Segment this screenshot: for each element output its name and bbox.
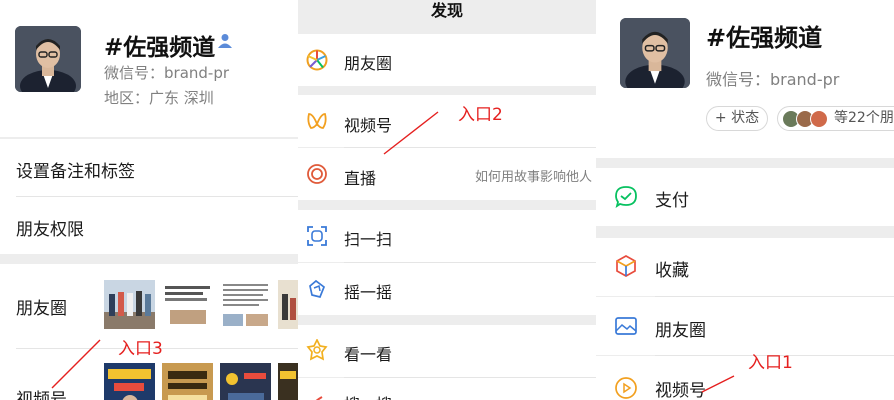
search-icon <box>315 396 323 400</box>
friends-count: 等22个朋友 <box>834 110 894 126</box>
discover-item-scan[interactable]: 扫一扫 <box>298 210 596 262</box>
avatar-photo <box>15 26 81 92</box>
discover-item-label: 视频号 <box>344 116 393 135</box>
moments-thumbnail <box>220 280 271 329</box>
moments-thumbnail <box>104 280 155 329</box>
discover-title: 发现 <box>298 0 596 24</box>
me-panel: #佐强频道 微信号：brand-pr + 状态 等22个朋友 支付 收藏 朋友圈 <box>596 0 894 400</box>
top-stories-icon <box>306 339 328 361</box>
me-item-favorites[interactable]: 收藏 <box>596 238 894 296</box>
me-header: #佐强频道 微信号：brand-pr + 状态 等22个朋友 <box>596 0 894 158</box>
region: 地区：广东 深圳 <box>104 89 214 107</box>
discover-item-label: 摇一摇 <box>344 283 393 302</box>
profile-header: #佐强频道 微信号：brand-pr 地区：广东 深圳 <box>0 0 298 137</box>
profile-nickname: #佐强频道 <box>104 35 216 61</box>
moments-thumbnail <box>278 280 298 329</box>
discover-item-label: 朋友圈 <box>344 54 393 73</box>
channels-icon <box>307 113 327 129</box>
me-nickname: #佐强频道 <box>706 24 823 52</box>
scan-icon <box>307 226 327 246</box>
discover-item-search[interactable]: 搜一搜 <box>298 378 596 400</box>
contact-profile-panel: #佐强频道 微信号：brand-pr 地区：广东 深圳 设置备注和标签 朋友权限… <box>0 0 298 400</box>
me-item-label: 支付 <box>655 191 689 211</box>
favorites-icon <box>616 255 636 277</box>
friends-status-button[interactable]: 等22个朋友 <box>777 106 894 131</box>
discover-item-top-stories[interactable]: 看一看 <box>298 325 596 377</box>
discover-item-shake[interactable]: 摇一摇 <box>298 263 596 315</box>
channels-icon <box>615 377 637 399</box>
discover-item-label: 扫一扫 <box>344 230 393 249</box>
avatar[interactable] <box>620 18 690 88</box>
status-button[interactable]: + 状态 <box>706 106 768 131</box>
friend-avatar <box>810 110 828 128</box>
discover-item-label: 看一看 <box>344 345 393 364</box>
entry1-annotation: 入口1 <box>748 353 793 373</box>
me-item-label: 视频号 <box>655 381 706 400</box>
me-item-pay[interactable]: 支付 <box>596 168 894 226</box>
channels-thumbnail <box>220 363 271 400</box>
me-wechat-id: 微信号：brand-pr <box>706 70 840 89</box>
set-remark-row[interactable]: 设置备注和标签 <box>0 139 298 196</box>
divider <box>0 254 298 264</box>
live-icon <box>307 164 327 184</box>
friend-permission-label: 朋友权限 <box>16 220 84 240</box>
discover-item-label: 直播 <box>344 169 377 188</box>
channels-thumbnail <box>278 363 298 400</box>
pay-icon <box>615 186 637 209</box>
moments-label: 朋友圈 <box>16 299 67 319</box>
avatar-photo <box>620 18 690 88</box>
discover-item-live[interactable]: 直播 如何用故事影响他人 <box>298 148 596 200</box>
discover-panel: 发现 朋友圈 视频号 直播 如何用故事影响他人 扫一扫 摇一摇 看一看 入口2 <box>298 0 596 400</box>
friend-permission-row[interactable]: 朋友权限 <box>0 197 298 254</box>
me-item-label: 收藏 <box>655 261 689 281</box>
wechat-id: 微信号：brand-pr <box>104 64 230 82</box>
discover-item-channels[interactable]: 视频号 <box>298 95 596 147</box>
me-item-channels[interactable]: 视频号 <box>596 356 894 400</box>
moments-icon <box>306 49 328 71</box>
discover-item-moments[interactable]: 朋友圈 <box>298 34 596 86</box>
verified-icon <box>218 34 232 48</box>
me-item-label: 朋友圈 <box>655 321 706 341</box>
shake-icon <box>309 279 326 299</box>
channels-label: 视频号 <box>16 390 67 400</box>
set-remark-label: 设置备注和标签 <box>16 162 135 182</box>
channels-thumbnail <box>104 363 155 400</box>
channels-thumbnail <box>162 363 213 400</box>
discover-item-label: 搜一搜 <box>344 391 392 400</box>
live-recommendation: 如何用故事影响他人 <box>474 170 592 185</box>
moments-album-icon <box>615 317 637 335</box>
avatar[interactable] <box>15 26 81 92</box>
me-item-moments[interactable]: 朋友圈 <box>596 297 894 355</box>
entry2-annotation: 入口2 <box>458 105 503 125</box>
entry3-annotation: 入口3 <box>118 339 163 359</box>
moments-thumbnail <box>162 280 213 329</box>
